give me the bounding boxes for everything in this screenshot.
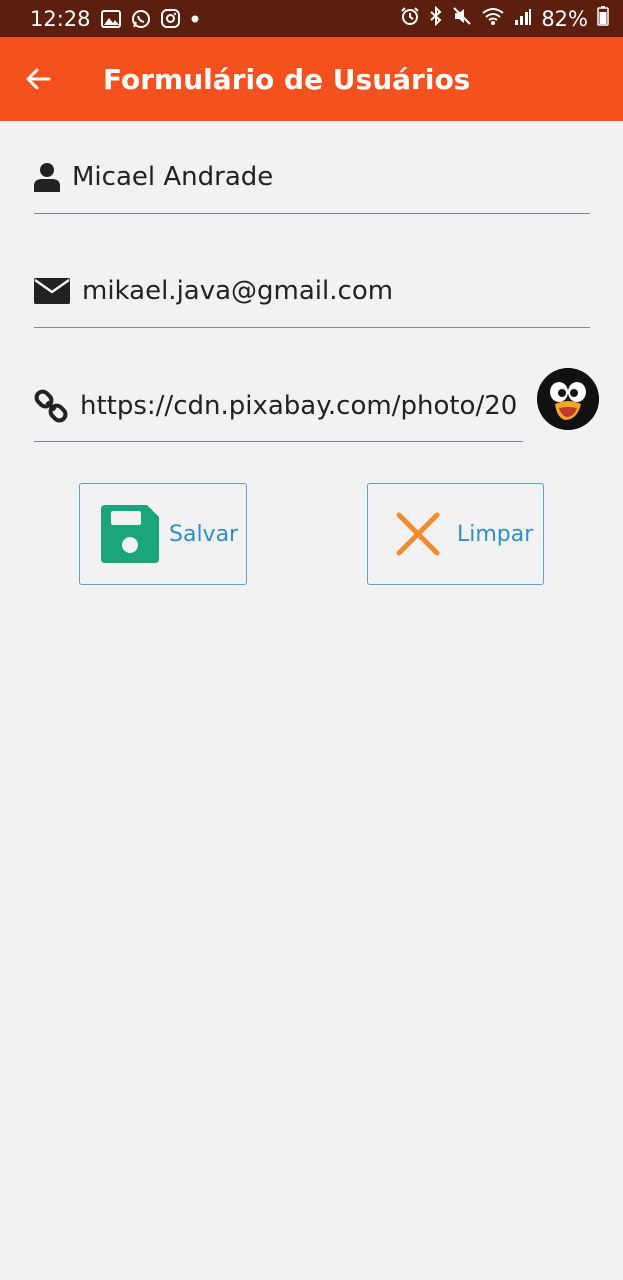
save-button[interactable]: Salvar: [79, 483, 247, 585]
envelope-icon: [34, 278, 70, 304]
email-field[interactable]: mikael.java@gmail.com: [34, 255, 590, 328]
alarm-icon: [400, 6, 420, 31]
app-bar: Formulário de Usuários: [0, 37, 623, 121]
signal-icon: [514, 7, 532, 31]
penguin-avatar: [537, 368, 599, 430]
clear-button-label: Limpar: [457, 521, 534, 547]
dot-icon: [190, 14, 200, 24]
wifi-icon: [481, 6, 505, 31]
clear-button[interactable]: Limpar: [367, 483, 544, 585]
save-button-label: Salvar: [169, 521, 239, 547]
whatsapp-icon: [131, 9, 151, 29]
name-value: Micael Andrade: [72, 161, 274, 192]
battery-percent: 82%: [541, 6, 588, 31]
floppy-disk-icon: [101, 505, 159, 563]
status-bar: 12:28 82%: [0, 0, 623, 37]
arrow-left-icon: [26, 68, 51, 90]
name-field[interactable]: Micael Andrade: [34, 140, 590, 214]
mute-icon: [452, 6, 472, 31]
link-icon: [34, 389, 68, 423]
gallery-icon: [100, 9, 121, 28]
back-button[interactable]: [0, 37, 80, 121]
avatar-url-field[interactable]: https://cdn.pixabay.com/photo/20: [34, 370, 523, 442]
battery-icon: [597, 6, 609, 31]
instagram-icon: [160, 9, 180, 28]
email-value: mikael.java@gmail.com: [82, 276, 394, 306]
avatar-url-value: https://cdn.pixabay.com/photo/20: [80, 390, 518, 421]
status-time: 12:28: [30, 6, 91, 31]
close-icon: [395, 511, 441, 557]
user-icon: [34, 162, 60, 192]
page-title: Formulário de Usuários: [103, 62, 471, 96]
bluetooth-icon: [429, 5, 443, 31]
